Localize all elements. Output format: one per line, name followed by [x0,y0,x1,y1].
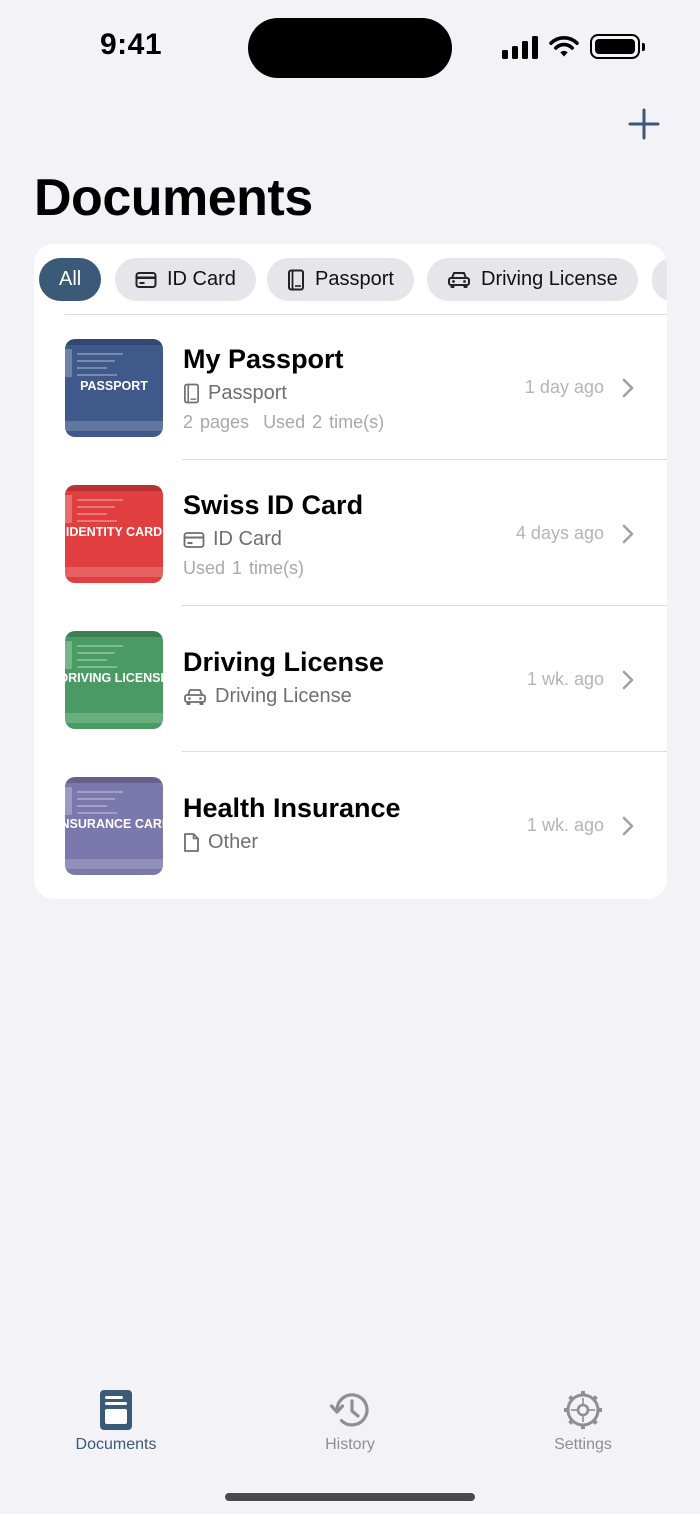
document-time: 1 wk. ago [526,815,604,835]
document-row-driving-license[interactable]: DRIVING LICENSE Driving License Driving … [34,606,667,752]
filter-chip-id-card[interactable]: ID Card [115,258,256,301]
document-time: 4 days ago [515,523,604,543]
document-title: Swiss ID Card [183,490,364,520]
chevron-right-icon [622,524,634,544]
tab-label: History [325,1436,375,1453]
filter-bar[interactable]: All ID Card Passport Driving License [34,258,667,302]
gear-icon [564,1391,602,1429]
document-row-swiss-id-card[interactable]: IDENTITY CARD Swiss ID Card ID Card Used… [34,460,667,606]
document-title: Driving License [183,647,385,677]
document-time: 1 wk. ago [526,669,604,689]
tab-settings[interactable]: Settings [503,1380,663,1454]
cellular-signal-icon [502,35,538,59]
filter-chip-driving-license[interactable]: Driving License [427,258,638,301]
tab-label: Settings [554,1436,612,1453]
filter-chip-label: Passport [315,268,394,290]
document-type-label: Driving License [215,685,352,707]
chevron-right-icon [622,670,634,690]
book-icon [288,269,304,290]
document-type-label: Passport [208,382,287,404]
battery-icon [590,34,645,59]
document-type: Passport [183,382,287,405]
status-bar: 9:41 [0,0,700,90]
tab-bar: Documents History Settings [0,1380,700,1480]
chevron-right-icon [622,816,634,836]
plus-icon [628,108,660,140]
document-meta: 2 pages Used 2 time(s) [183,412,384,433]
document-meta: Used 1 time(s) [183,558,304,579]
chevron-right-icon [622,378,634,398]
status-icons [502,34,645,59]
usage-count: Used 2 time(s) [263,412,385,432]
tab-documents[interactable]: Documents [36,1380,196,1454]
document-thumbnail: INSURANCE CARD [65,777,163,875]
thumbnail-label: PASSPORT [80,379,148,393]
book-icon [184,383,199,404]
document-type: ID Card [183,528,282,551]
thumbnail-label: DRIVING LICENSE [65,671,163,685]
car-icon [448,271,470,288]
filter-chip-all[interactable]: All [39,258,102,301]
page-count: 2 pages [183,412,250,432]
usage-count: Used 1 time(s) [183,558,305,578]
document-thumbnail: PASSPORT [65,339,163,437]
history-icon [329,1393,369,1427]
document-thumbnail: IDENTITY CARD [65,485,163,583]
thumbnail-label: IDENTITY CARD [65,525,163,539]
id-card-icon [135,271,157,288]
document-row-my-passport[interactable]: PASSPORT My Passport Passport 2 pages Use… [34,314,667,460]
document-title: Health Insurance [183,793,401,823]
thumbnail-label: INSURANCE CARD [65,817,163,831]
documents-icon [100,1390,132,1430]
document-thumbnail: DRIVING LICENSE [65,631,163,729]
document-type: Other [183,831,258,854]
filter-chip-label: Driving License [481,268,618,290]
file-icon [184,833,199,852]
document-type: Driving License [183,685,352,708]
status-time: 9:41 [100,28,163,61]
document-type-label: ID Card [213,528,282,550]
add-document-button[interactable] [624,104,664,144]
page-title: Documents [34,169,313,227]
document-type-label: Other [208,831,259,853]
home-indicator[interactable] [225,1493,475,1501]
car-icon [184,688,206,705]
filter-chip-label: ID Card [167,268,236,290]
wifi-icon [549,35,579,56]
tab-label: Documents [75,1436,157,1453]
filter-chip-label: All [59,268,82,290]
id-card-icon [183,531,205,548]
tab-history[interactable]: History [270,1380,430,1454]
filter-chip-more[interactable] [652,258,667,301]
document-time: 1 day ago [524,377,604,397]
documents-card: All ID Card Passport Driving License PAS… [34,244,667,899]
document-row-health-insurance[interactable]: INSURANCE CARD Health Insurance Other 1 … [34,752,667,898]
dynamic-island [248,18,452,78]
filter-chip-passport[interactable]: Passport [267,258,414,301]
document-title: My Passport [183,344,344,374]
